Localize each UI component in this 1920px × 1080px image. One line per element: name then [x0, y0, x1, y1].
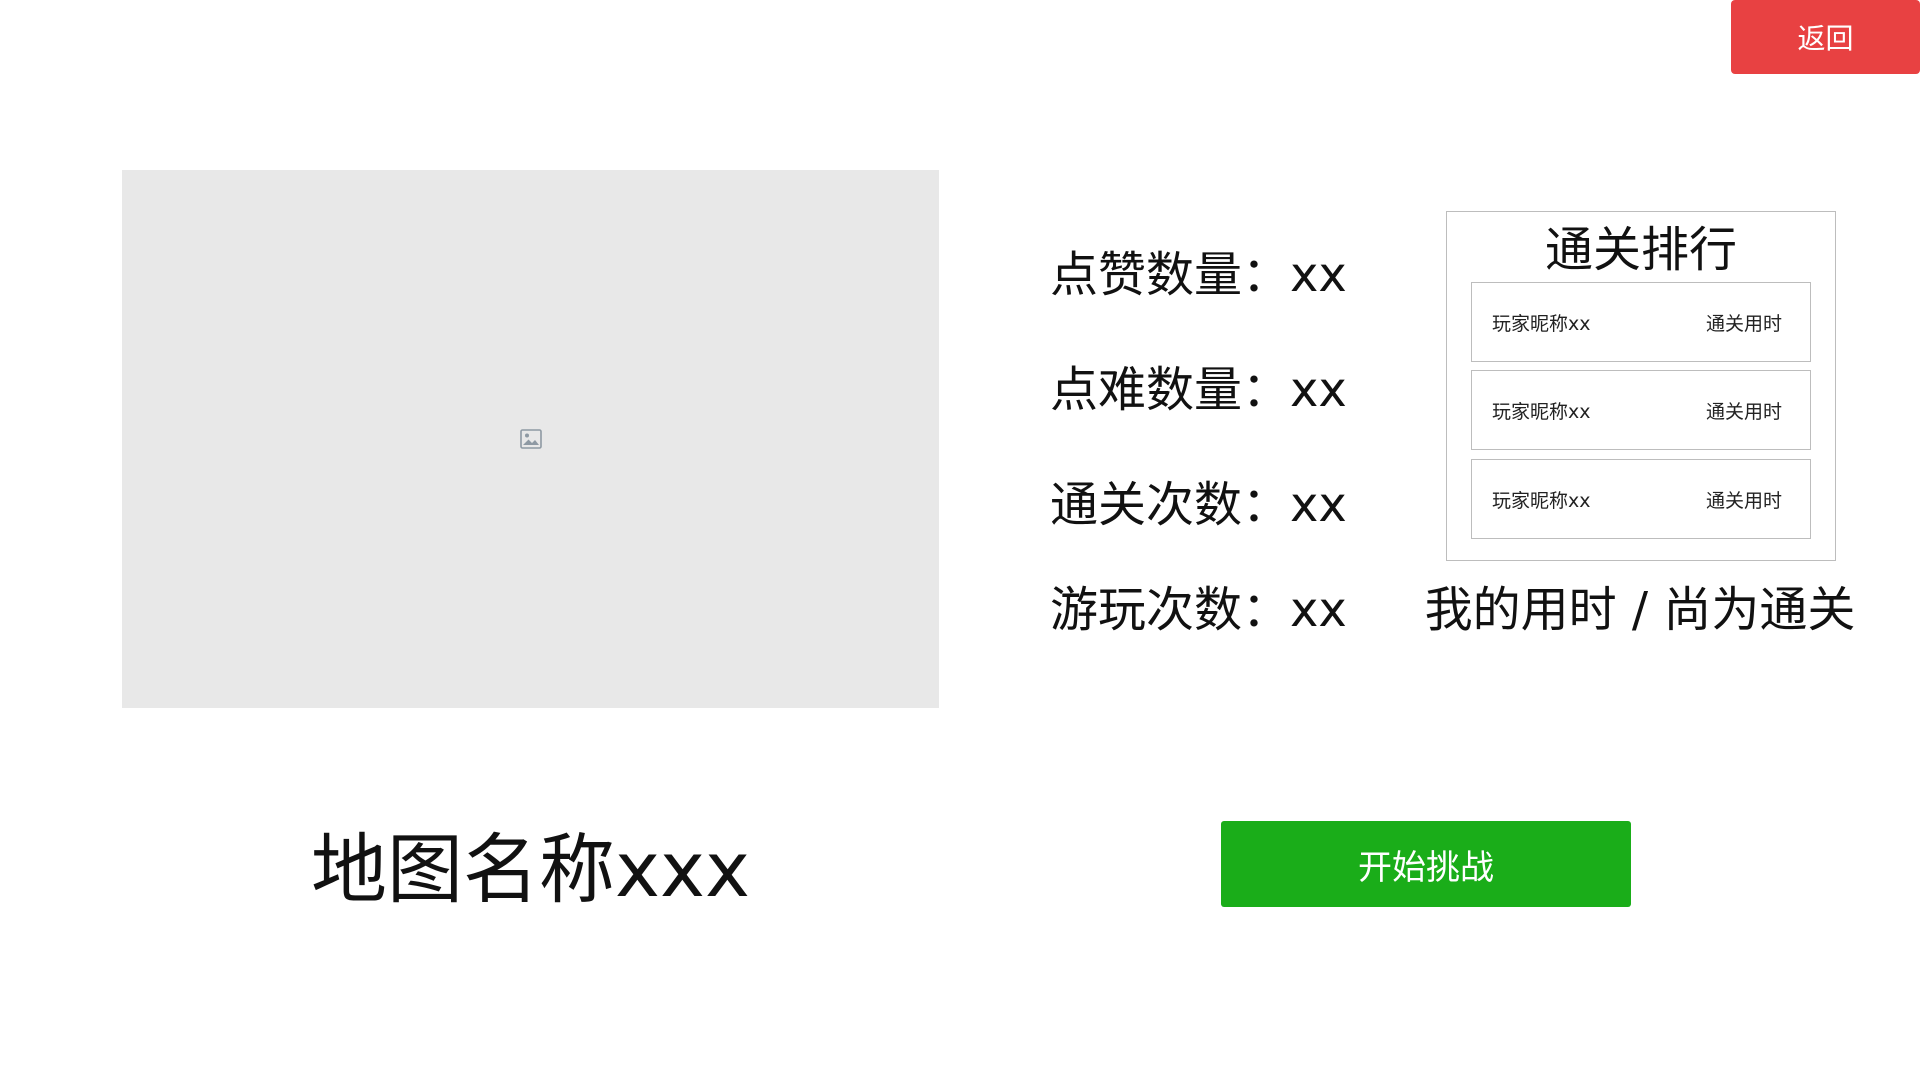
clear-time: 通关用时	[1705, 400, 1782, 423]
map-preview-image	[122, 170, 939, 708]
stat-value: xx	[1290, 362, 1347, 418]
stat-value: xx	[1290, 247, 1347, 303]
stat-plays: 游玩次数：xx	[1050, 580, 1347, 640]
back-button[interactable]: 返回	[1731, 0, 1920, 74]
stat-clears: 通关次数：xx	[1050, 475, 1347, 535]
map-detail-page: 返回 地图名称xxx 点赞数量：xx 点难数量：xx 通关次数：xx 游玩次数：…	[0, 0, 1920, 1080]
start-challenge-button[interactable]: 开始挑战	[1221, 821, 1631, 907]
stat-label: 点赞数量：	[1050, 247, 1291, 303]
stat-label: 点难数量：	[1050, 362, 1291, 418]
image-icon	[519, 429, 542, 449]
stat-value: xx	[1290, 582, 1347, 638]
ranking-row[interactable]: 玩家昵称xx 通关用时	[1471, 459, 1811, 539]
clear-time: 通关用时	[1705, 312, 1782, 335]
stat-likes: 点赞数量：xx	[1050, 245, 1347, 305]
stat-value: xx	[1290, 477, 1347, 533]
clear-time: 通关用时	[1705, 489, 1782, 512]
ranking-row[interactable]: 玩家昵称xx 通关用时	[1471, 370, 1811, 450]
ranking-panel: 通关排行 玩家昵称xx 通关用时 玩家昵称xx 通关用时 玩家昵称xx 通关用时	[1446, 211, 1836, 561]
stat-label: 通关次数：	[1050, 477, 1291, 533]
player-name: 玩家昵称xx	[1492, 312, 1591, 335]
player-name: 玩家昵称xx	[1492, 489, 1591, 512]
stats-panel: 点赞数量：xx 点难数量：xx 通关次数：xx 游玩次数：xx	[1050, 0, 1390, 700]
map-name: 地图名称xxx	[311, 825, 750, 914]
player-name: 玩家昵称xx	[1492, 400, 1591, 423]
stat-difficulty: 点难数量：xx	[1050, 360, 1347, 420]
ranking-row[interactable]: 玩家昵称xx 通关用时	[1471, 282, 1811, 362]
stat-label: 游玩次数：	[1050, 582, 1291, 638]
my-time: 我的用时 / 尚为通关	[1424, 582, 1856, 638]
ranking-title: 通关排行	[1544, 222, 1737, 278]
